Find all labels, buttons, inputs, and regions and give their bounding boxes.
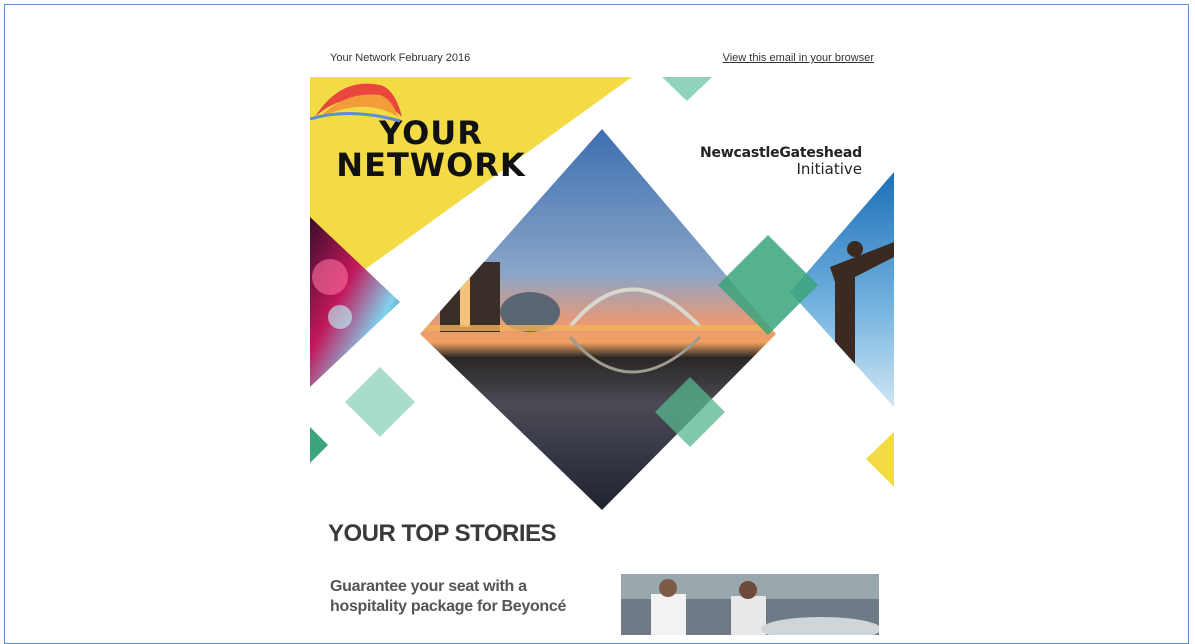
hero-banner: YOUR NETWORK NewcastleGateshead Initiati… <box>310 77 894 513</box>
view-in-browser-link[interactable]: View this email in your browser <box>723 52 874 64</box>
preheader-text: Your Network February 2016 <box>330 52 471 64</box>
newcastle-gateshead-logo-icon <box>310 83 402 123</box>
mint-diamond-left <box>345 367 415 437</box>
email-newsletter: Your Network February 2016 View this ema… <box>310 0 894 635</box>
yellow-triangle-right <box>866 432 894 487</box>
logo-wordmark: NewcastleGateshead Initiative <box>699 145 862 178</box>
top-stories-heading: YOUR TOP STORIES <box>328 520 557 547</box>
story-thumbnail[interactable] <box>621 574 879 635</box>
green-triangle-left <box>310 427 328 463</box>
teal-triangle-top <box>662 77 712 101</box>
story-title-link[interactable]: Guarantee your seat with a hospitality p… <box>330 577 580 617</box>
